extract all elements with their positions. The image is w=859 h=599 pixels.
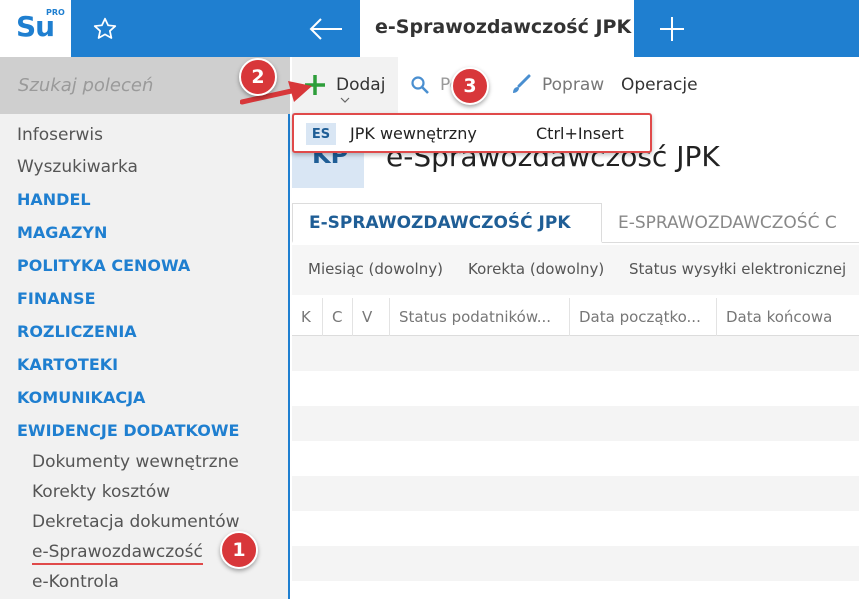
sidebar-item-wyszukiwarka[interactable]: Wyszukiwarka [17,157,138,177]
table-row[interactable] [292,511,859,546]
sidebar-item-dokumenty-wewnetrzne[interactable]: Dokumenty wewnętrzne [32,452,239,472]
sidebar-section-handel[interactable]: HANDEL [17,190,91,209]
sidebar-section-kartoteki[interactable]: KARTOTEKI [17,355,118,374]
table-row[interactable] [292,476,859,511]
table-row[interactable] [292,441,859,476]
sidebar-item-e-sprawozdawczosc[interactable]: e-Sprawozdawczość [32,542,203,565]
table-row[interactable] [292,336,859,371]
search-icon [411,76,429,94]
column-header-v[interactable]: V [353,298,390,336]
sidebar-item-e-kontrola[interactable]: e-Kontrola [32,572,119,592]
column-header-start-date[interactable]: Data początko... [570,298,717,336]
menu-item-label: JPK wewnętrzny [350,124,477,143]
logo-superscript: PRO [46,8,65,17]
tab-e-sprawozdawczosc-other[interactable]: E-SPRAWOZDAWCZOŚĆ C [618,203,837,243]
table-row[interactable] [292,406,859,441]
menu-item-shortcut: Ctrl+Insert [536,124,624,143]
back-button[interactable] [303,12,349,46]
chevron-down-icon [340,97,350,103]
edit-button-label: Popraw [542,75,605,95]
tab-e-sprawozdawczosc-jpk[interactable]: e-Sprawozdawczość JPK [360,0,634,57]
column-header-c[interactable]: C [323,298,353,336]
filter-month[interactable]: Miesiąc (dowolny) [308,260,443,278]
sidebar: Infoserwis Wyszukiwarka HANDEL MAGAZYN P… [0,57,290,599]
table-row[interactable] [292,581,859,599]
annotation-marker-2: 2 [239,58,277,96]
menu-item-badge: ES [306,123,336,145]
add-button-label: Dodaj [336,75,386,95]
table-row[interactable] [292,371,859,406]
sidebar-section-magazyn[interactable]: MAGAZYN [17,223,107,242]
sidebar-item-dekretacja-dokumentow[interactable]: Dekretacja dokumentów [32,512,240,532]
favorites-button[interactable] [88,14,122,44]
star-icon [93,17,117,39]
filter-send-status[interactable]: Status wysyłki elektronicznej [629,260,846,278]
sidebar-section-rozliczenia[interactable]: ROZLICZENIA [17,322,137,341]
arrow-left-icon [309,18,342,40]
filter-bar: Miesiąc (dowolny) Korekta (dowolny) Stat… [292,245,859,295]
table-row[interactable] [292,546,859,581]
brush-icon [513,74,531,93]
sidebar-section-polityka-cenowa[interactable]: POLITYKA CENOWA [17,256,190,275]
sidebar-section-ewidencje-dodatkowe[interactable]: EWIDENCJE DODATKOWE [17,421,239,440]
grid-header: K C V Status podatników... Data początko… [292,298,859,336]
edit-button[interactable]: Popraw [510,57,604,113]
annotation-marker-1: 1 [220,531,258,569]
menu-item-jpk-wewnetrzny[interactable]: ES JPK wewnętrzny Ctrl+Insert [294,115,650,151]
filter-correction[interactable]: Korekta (dowolny) [468,260,604,278]
view-tabs: E-SPRAWOZDAWCZOŚĆ JPK E-SPRAWOZDAWCZOŚĆ … [292,203,859,243]
operations-menu-button[interactable]: Operacje [621,57,698,113]
add-dropdown-menu: ES JPK wewnętrzny Ctrl+Insert [292,113,652,153]
sidebar-section-komunikacja[interactable]: KOMUNIKACJA [17,388,145,407]
app-logo[interactable]: Su PRO [0,0,71,57]
tab-title: e-Sprawozdawczość JPK [375,16,632,38]
tab-e-sprawozdawczosc-jpk-list[interactable]: E-SPRAWOZDAWCZOŚĆ JPK [292,203,602,243]
sidebar-item-korekty-kosztow[interactable]: Korekty kosztów [32,482,170,502]
top-bar: Su PRO e-Sprawozdawczość JPK [0,0,859,57]
sidebar-section-finanse[interactable]: FINANSE [17,289,96,308]
new-tab-button[interactable] [654,12,690,46]
column-header-end-date[interactable]: Data końcowa [717,298,859,336]
main-content: KP e-Sprawozdawczość JPK E-SPRAWOZDAWCZO… [292,113,859,599]
toolbar: Dodaj Pokaż Popraw Operacje [292,57,859,113]
annotation-marker-3: 3 [451,67,489,105]
column-header-k[interactable]: K [292,298,323,336]
sidebar-item-infoserwis[interactable]: Infoserwis [17,125,103,145]
column-header-taxpayer-status[interactable]: Status podatników... [390,298,570,336]
plus-icon [660,17,684,41]
